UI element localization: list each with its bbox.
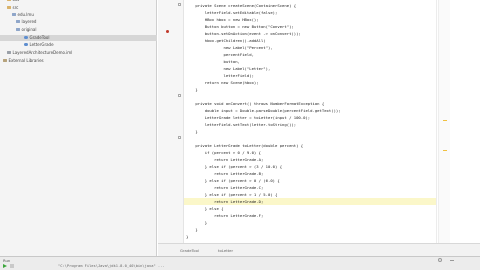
tree-item[interactable]: External Libraries	[0, 58, 44, 64]
stop-icon[interactable]	[10, 264, 14, 268]
tree-item[interactable]: LayeredArchitectureDemo.iml	[0, 50, 72, 56]
code-line[interactable]: letterField);	[186, 72, 253, 79]
code-line[interactable]: letterField.setText(letter.toString());	[186, 121, 296, 128]
gear-icon[interactable]	[438, 258, 442, 262]
package-icon	[16, 28, 20, 32]
folder-icon	[7, 6, 11, 10]
tree-item-label: LetterGrade	[29, 42, 54, 47]
code-line[interactable]: }	[186, 86, 197, 93]
tree-item[interactable]: edu.lmu	[0, 12, 34, 18]
code-line[interactable]: } else {	[186, 205, 224, 212]
tree-item-label: src	[12, 5, 19, 10]
code-editor[interactable]: private Scene createScene(ContainerScene…	[184, 0, 438, 243]
tree-item-label: External Libraries	[8, 58, 44, 63]
code-line[interactable]: } else if (percent > 0 / (6.0) {	[186, 177, 280, 184]
editor-gutter	[158, 0, 184, 243]
code-line[interactable]: return LetterGrade.F;	[186, 212, 263, 219]
code-line[interactable]: button,	[186, 58, 239, 65]
tree-item[interactable]: out	[0, 0, 19, 3]
code-line[interactable]: return LetterGrade.D;	[184, 198, 436, 205]
tree-item-label: original	[21, 27, 37, 32]
tree-item-label: edu.lmu	[17, 12, 34, 17]
editor-breadcrumb: GradeTool toLetter	[158, 243, 480, 256]
code-line[interactable]: }	[186, 233, 188, 240]
java-class-icon	[24, 36, 28, 40]
tree-item[interactable]: src	[0, 5, 18, 11]
run-icon[interactable]	[3, 264, 7, 268]
code-line[interactable]: private Scene createScene(ContainerScene…	[186, 2, 296, 9]
breadcrumb-method[interactable]: toLetter	[218, 247, 233, 254]
fold-icon[interactable]	[178, 94, 181, 97]
code-line[interactable]: private void onConvert() throws NumberFo…	[186, 100, 324, 107]
code-line[interactable]: }	[186, 219, 207, 226]
warning-marker[interactable]	[443, 150, 447, 152]
code-line[interactable]: new Label("Letter"),	[186, 65, 270, 72]
code-line[interactable]: private LetterGrade toLetter(double perc…	[186, 142, 303, 149]
tree-item-label: GradeTool	[29, 35, 50, 40]
tree-item[interactable]: LetterGrade	[0, 42, 54, 48]
code-line[interactable]: }	[186, 226, 197, 233]
tree-item-label: out	[13, 0, 20, 2]
console-output: "C:\Program Files\Java\jdk1.8.0_40\bin\j…	[58, 264, 165, 268]
code-line[interactable]: double input = Double.parseDouble(percen…	[186, 107, 341, 114]
project-tool-window: out src edu.lmu layered original GradeTool Let…	[0, 0, 157, 256]
iml-file-icon	[7, 51, 11, 55]
package-icon	[12, 13, 16, 17]
code-line[interactable]: } else if (percent > (3 / 10.0) {	[186, 163, 282, 170]
code-line[interactable]: return LetterGrade.C;	[186, 184, 263, 191]
code-line[interactable]: LetterGrade letter = toLetter(input / 10…	[186, 114, 310, 121]
breadcrumb-class[interactable]: GradeTool	[180, 247, 199, 254]
warning-marker[interactable]	[443, 120, 447, 122]
code-line[interactable]: return LetterGrade.A;	[186, 156, 263, 163]
code-line[interactable]: return LetterGrade.B;	[186, 170, 263, 177]
fold-icon[interactable]	[178, 136, 181, 139]
minimize-icon[interactable]	[450, 260, 454, 261]
tree-item-label: LayeredArchitectureDemo.iml	[12, 50, 73, 55]
code-line[interactable]: Button button = new Button("Convert");	[186, 23, 294, 30]
code-line[interactable]: hbox.getChildren().addAll(	[186, 37, 266, 44]
code-line[interactable]: button.setOnAction(event -> onConvert())…	[186, 30, 301, 37]
package-icon	[16, 20, 20, 24]
breakpoint-icon[interactable]	[166, 30, 169, 33]
code-line[interactable]: if (percent > 0 / 9.0) {	[186, 149, 261, 156]
code-line[interactable]: letterField.setEditable(false);	[186, 9, 278, 16]
editor-scrollbar[interactable]	[438, 0, 450, 243]
tree-item[interactable]: original	[0, 27, 36, 33]
tree-item[interactable]: GradeTool	[0, 35, 157, 41]
tree-item-label: layered	[21, 19, 37, 24]
right-margin-guide	[436, 0, 437, 243]
library-icon	[3, 59, 7, 63]
fold-icon[interactable]	[178, 3, 181, 6]
tree-item[interactable]: layered	[0, 19, 36, 25]
run-panel: Run "C:\Program Files\Java\jdk1.8.0_40\b…	[0, 256, 480, 270]
code-line[interactable]: HBox hbox = new HBox();	[186, 16, 259, 23]
java-class-icon	[24, 43, 28, 47]
code-line[interactable]: }	[186, 128, 197, 135]
folder-icon	[7, 0, 11, 2]
code-line[interactable]: percentField,	[186, 51, 253, 58]
code-line[interactable]: new Label("Percent"),	[186, 44, 272, 51]
code-line[interactable]: return new Scene(hbox);	[186, 79, 259, 86]
run-panel-title[interactable]: Run	[3, 258, 10, 263]
code-line[interactable]: } else if (percent > 1 / 5.0) {	[186, 191, 278, 198]
